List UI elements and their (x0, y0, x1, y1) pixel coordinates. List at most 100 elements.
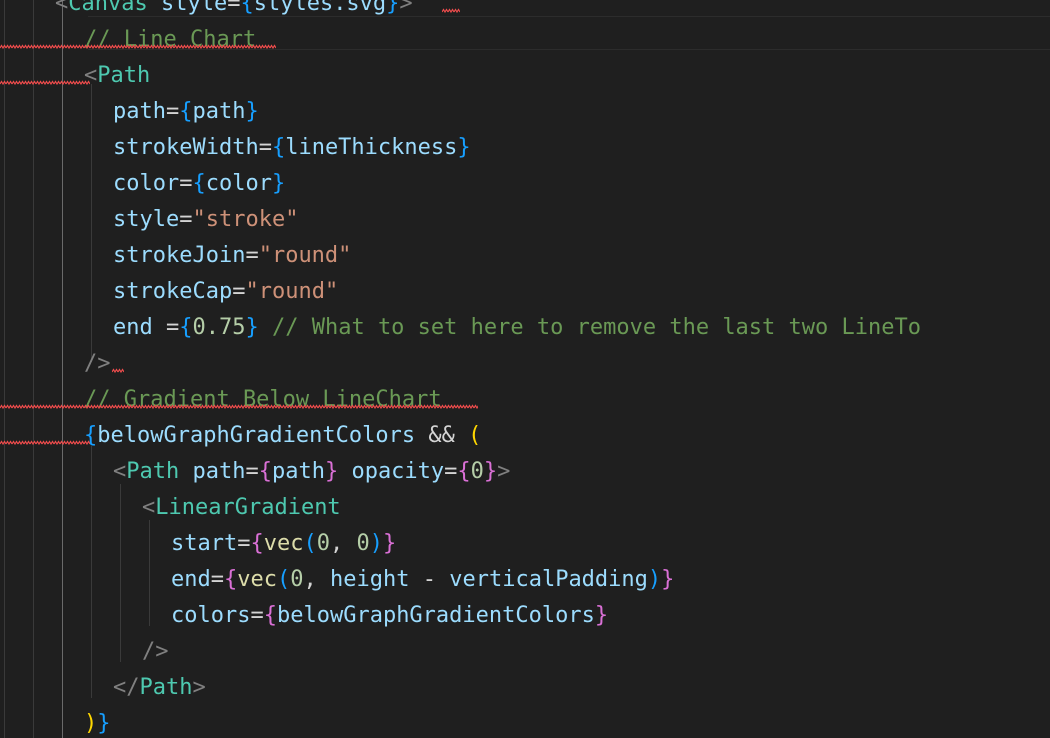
code-token: } (661, 567, 675, 592)
code-token: } (594, 603, 609, 628)
code-token: /> (84, 351, 111, 376)
code-token: = (245, 243, 259, 268)
error-squiggle (0, 404, 478, 410)
code-token: belowGraphGradientColors (276, 603, 595, 628)
code-token: } (271, 171, 286, 196)
code-token: } (483, 459, 498, 484)
code-token: "round" (258, 243, 352, 268)
code-token: ( (303, 531, 317, 556)
indent-guide-active (62, 0, 63, 738)
code-token: strokeJoin (113, 243, 246, 268)
error-squiggle (442, 8, 460, 14)
code-line[interactable]: strokeCap="round" (113, 274, 338, 310)
indent-guide (4, 0, 5, 738)
code-line[interactable]: color={color} (113, 166, 285, 202)
code-token: vec (237, 567, 277, 592)
code-token: 0 (316, 531, 330, 556)
code-token: style (147, 0, 228, 16)
code-token: = (227, 0, 241, 16)
indent-guide (91, 446, 92, 698)
code-line[interactable]: </Path> (113, 670, 206, 706)
indent-guide (91, 84, 92, 362)
code-token: path (271, 459, 325, 484)
code-token: 0 (290, 567, 304, 592)
code-line[interactable]: <Path path={path} opacity={0}> (113, 454, 510, 490)
code-line[interactable]: <LinearGradient (142, 490, 341, 526)
code-token: </ (113, 675, 140, 700)
code-token: { (250, 531, 264, 556)
code-token: { (179, 99, 193, 124)
code-token: ) (647, 567, 662, 592)
code-token: colors (171, 603, 251, 628)
indent-guide (120, 484, 121, 662)
code-line[interactable]: colors={belowGraphGradientColors} (171, 598, 608, 634)
code-token: > (497, 459, 511, 484)
code-line[interactable]: end={vec(0, height - verticalPadding)} (171, 562, 674, 598)
code-token: > (399, 0, 413, 16)
code-line[interactable]: start={vec(0, 0)} (171, 526, 396, 562)
code-token: { (271, 135, 286, 160)
code-token: height (330, 567, 410, 592)
code-line[interactable]: // Line Chart (84, 22, 256, 58)
code-line[interactable]: {belowGraphGradientColors && ( (84, 418, 481, 454)
code-token: ) (369, 531, 383, 556)
code-token: Canvas (68, 0, 148, 16)
code-line[interactable]: strokeJoin="round" (113, 238, 351, 274)
error-squiggle (0, 440, 90, 446)
indent-guide (33, 0, 34, 738)
code-token: style (113, 207, 180, 232)
code-token: = (245, 459, 259, 484)
code-token: } (245, 99, 259, 124)
code-token: Path (97, 63, 151, 88)
code-token: = (237, 531, 251, 556)
error-squiggle (112, 368, 124, 374)
indent-guide (149, 520, 150, 626)
code-token: < (142, 495, 156, 520)
code-line[interactable]: /> (84, 346, 111, 382)
code-token: belowGraphGradientColors (97, 423, 416, 448)
code-token: color (205, 171, 272, 196)
code-token: { (240, 0, 254, 16)
code-token: end (171, 567, 211, 592)
code-line[interactable]: strokeWidth={lineThickness} (113, 130, 471, 166)
code-token: strokeCap (113, 279, 233, 304)
code-line[interactable]: /> (142, 634, 169, 670)
code-line[interactable]: path={path} (113, 94, 259, 130)
code-token: { (179, 315, 193, 340)
code-line[interactable]: <Canvas style={styles.svg}> (55, 0, 413, 22)
code-token: - (409, 567, 450, 592)
code-token: ( (277, 567, 291, 592)
code-token: ( (468, 423, 482, 448)
code-editor[interactable]: <Canvas style={styles.svg}>// Line Chart… (0, 0, 1050, 738)
code-token: } (382, 531, 397, 556)
code-token: } (245, 315, 259, 340)
code-line[interactable]: )} (84, 706, 111, 738)
code-token: } (457, 135, 471, 160)
code-token: = (152, 315, 180, 340)
code-token: path (192, 99, 246, 124)
code-token: , (329, 531, 357, 556)
code-token: = (165, 99, 180, 124)
code-line[interactable]: // Gradient Below LineChart (84, 382, 442, 418)
code-token: "stroke" (192, 207, 299, 232)
code-token: 0 (356, 531, 370, 556)
code-token: path (113, 99, 166, 124)
code-line[interactable]: style="stroke" (113, 202, 298, 238)
code-token: = (179, 207, 193, 232)
code-token: { (192, 171, 206, 196)
code-token: = (210, 567, 224, 592)
code-token: color (113, 171, 180, 196)
code-token: start (171, 531, 238, 556)
code-token: end (113, 315, 153, 340)
code-token: opacity (338, 459, 445, 484)
code-token: } (386, 0, 400, 16)
code-token: = (250, 603, 264, 628)
code-token: { (263, 603, 277, 628)
code-token: /> (142, 639, 169, 664)
code-line[interactable]: end ={0.75} // What to set here to remov… (113, 310, 921, 346)
code-token: path (179, 459, 246, 484)
code-token: lineThickness (285, 135, 458, 160)
code-line[interactable]: <Path (84, 58, 150, 94)
code-token: < (55, 0, 69, 16)
code-token: > (192, 675, 206, 700)
